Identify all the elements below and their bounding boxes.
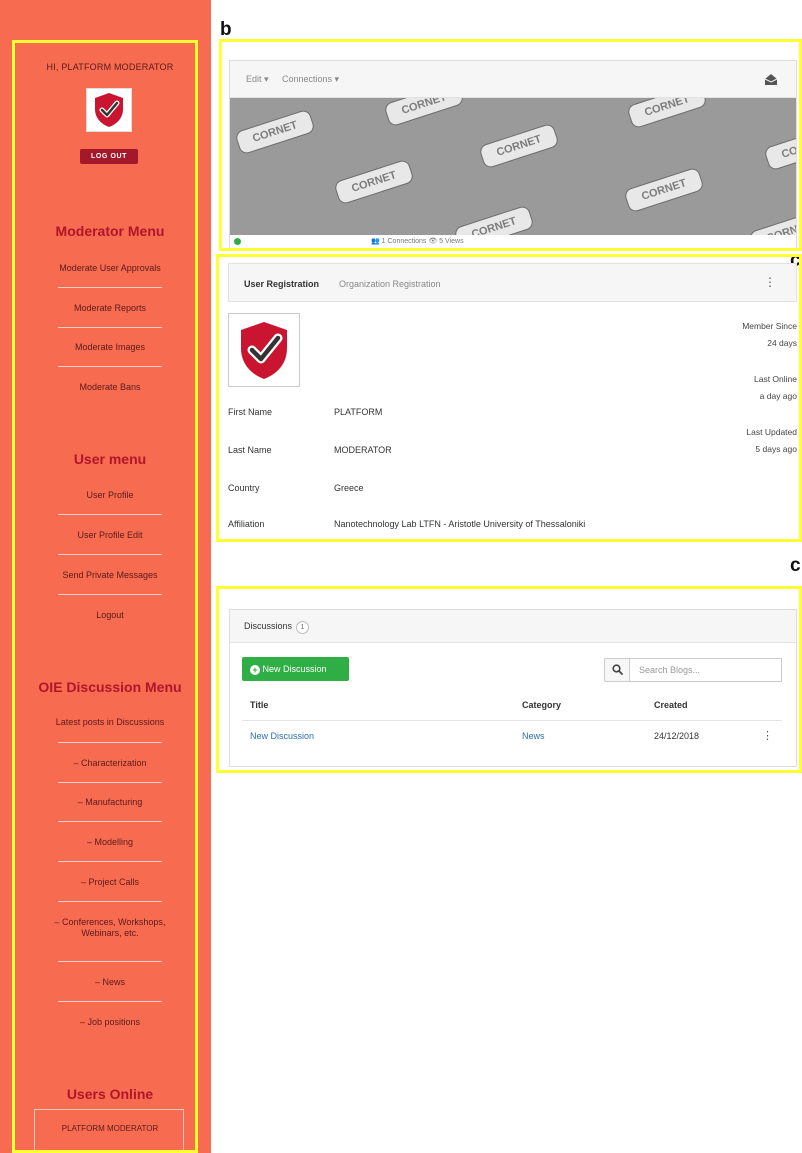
- highlight-frame-c: [216, 254, 802, 542]
- highlight-frame-b: [219, 39, 802, 251]
- panel-label-b: b: [220, 19, 232, 40]
- panel-label-d: c: [790, 555, 801, 576]
- highlight-frame-a: [12, 40, 198, 1153]
- highlight-frame-d: [216, 586, 802, 773]
